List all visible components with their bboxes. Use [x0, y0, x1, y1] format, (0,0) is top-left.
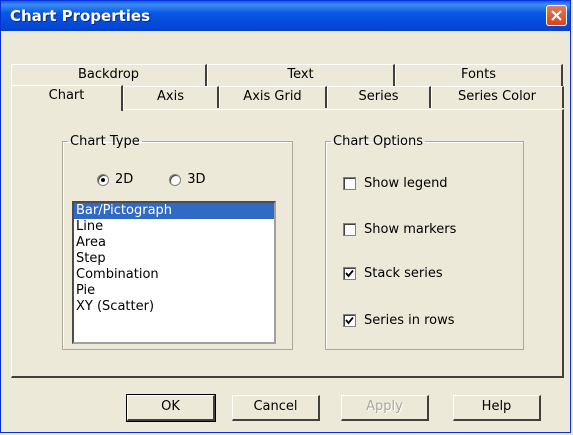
stack-series-label: Stack series [364, 266, 443, 281]
tab-backdrop[interactable]: Backdrop [11, 64, 207, 86]
stack-series-box [343, 267, 356, 280]
tab-label: Fonts [460, 67, 497, 82]
radio-2d-label: 2D [115, 172, 134, 187]
radio-2d[interactable]: 2D [97, 172, 133, 187]
chart-type-group: Chart Type 2D 3D Bar/Pictograph Line Are… [62, 134, 293, 350]
ok-button[interactable]: OK [126, 394, 216, 422]
tab-panel-chart: Chart Type 2D 3D Bar/Pictograph Line Are… [11, 109, 564, 378]
tab-label: Axis Grid [243, 89, 302, 104]
tab-label: Backdrop [77, 67, 140, 82]
list-item[interactable]: Area [74, 235, 274, 251]
stack-series-checkbox[interactable]: Stack series [343, 266, 443, 281]
tab-label: Axis [157, 89, 184, 104]
tab-label: Chart [48, 88, 85, 103]
tab-label: Series Color [457, 89, 537, 104]
tab-axis[interactable]: Axis [123, 86, 219, 108]
tab-series[interactable]: Series [327, 86, 431, 108]
list-item[interactable]: Line [74, 219, 274, 235]
radio-2d-indicator [97, 173, 109, 186]
tab-fonts[interactable]: Fonts [395, 64, 563, 86]
dimension-radio-group: 2D 3D [97, 172, 206, 187]
window-title: Chart Properties [10, 7, 151, 25]
series-in-rows-checkbox[interactable]: Series in rows [343, 313, 455, 328]
tab-series-color[interactable]: Series Color [431, 86, 564, 108]
tab-label: Series [358, 89, 399, 104]
title-bar[interactable]: Chart Properties [1, 1, 570, 31]
radio-3d-indicator [169, 173, 182, 186]
show-markers-label: Show markers [364, 222, 457, 237]
help-button[interactable]: Help [453, 395, 541, 421]
series-in-rows-box [343, 314, 356, 327]
list-item[interactable]: Bar/Pictograph [74, 203, 274, 219]
tab-text[interactable]: Text [207, 64, 395, 86]
tab-axis-grid[interactable]: Axis Grid [219, 86, 327, 108]
checkmark-icon [345, 269, 354, 278]
series-in-rows-label: Series in rows [364, 313, 455, 328]
show-legend-checkbox[interactable]: Show legend [343, 176, 448, 191]
tab-label: Text [287, 67, 314, 82]
show-legend-label: Show legend [364, 176, 448, 191]
show-legend-box [343, 177, 356, 190]
show-markers-box [343, 223, 356, 236]
chart-options-group: Chart Options Show legend Show markers S… [325, 134, 524, 350]
tab-chart[interactable]: Chart [11, 85, 123, 111]
list-item[interactable]: Pie [74, 283, 274, 299]
checkmark-icon [345, 316, 354, 325]
radio-3d[interactable]: 3D [169, 172, 206, 187]
chart-type-listbox[interactable]: Bar/Pictograph Line Area Step Combinatio… [72, 201, 276, 344]
list-item[interactable]: Step [74, 251, 274, 267]
close-icon [551, 10, 562, 21]
show-markers-checkbox[interactable]: Show markers [343, 222, 456, 237]
close-button[interactable] [546, 5, 567, 26]
chart-type-legend: Chart Type [70, 134, 140, 149]
radio-3d-label: 3D [187, 172, 206, 187]
cancel-button[interactable]: Cancel [232, 395, 320, 421]
apply-button[interactable]: Apply [341, 395, 429, 421]
chart-options-legend: Chart Options [333, 134, 424, 149]
list-item[interactable]: Combination [74, 267, 274, 283]
list-item[interactable]: XY (Scatter) [74, 299, 274, 315]
dialog-window: Chart Properties Backdrop Text Fonts Cha… [0, 0, 571, 433]
